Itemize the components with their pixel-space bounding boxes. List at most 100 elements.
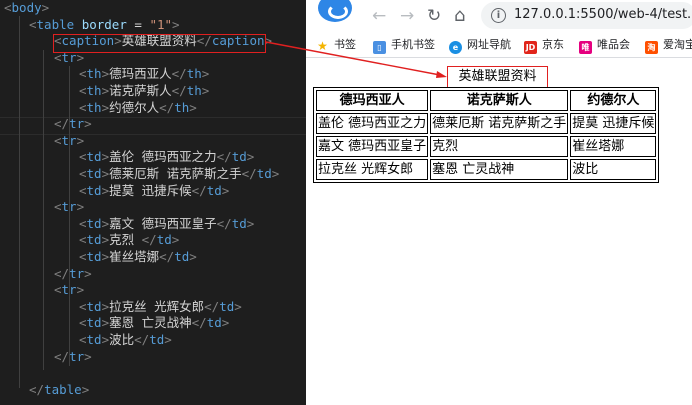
code-token: body [11, 0, 42, 15]
code-editor[interactable]: <body> <table border = "1"> <caption>英雄联盟资… [0, 0, 306, 405]
code-token: td [156, 232, 172, 248]
code-line[interactable]: <th>德玛西亚人</th> [0, 66, 209, 83]
code-token: td [86, 215, 102, 231]
table-caption: 英雄联盟资料 [447, 66, 548, 88]
table-cell: 塞恩 亡灵战神 [430, 159, 569, 180]
code-line[interactable]: </tr> [0, 349, 92, 366]
bookmark-item[interactable]: 唯唯品会 [579, 37, 630, 54]
code-token: > [221, 315, 230, 331]
code-token: 波比 [109, 332, 135, 347]
code-token: 崔丝塔娜 [109, 249, 160, 264]
code-token: td [86, 149, 102, 165]
bookmark-label: 书签 [334, 38, 356, 51]
bookmark-label: 京东 [542, 38, 564, 51]
code-token: th [86, 99, 102, 115]
home-button[interactable]: ⌂ [454, 6, 465, 26]
code-token: > [101, 166, 110, 181]
code-token: > [76, 282, 85, 298]
code-token: </ [29, 381, 45, 397]
code-token: td [174, 249, 190, 264]
code-token: </ [54, 265, 70, 281]
code-token: td [86, 332, 102, 347]
url-text[interactable]: 127.0.0.1:5500/web-4/test... [514, 7, 692, 22]
code-token: < [29, 16, 37, 32]
code-line[interactable]: <td>克烈 </td> [0, 232, 179, 249]
code-token: tr [61, 132, 77, 148]
code-token: > [101, 298, 110, 314]
bookmark-label: 手机书签 [391, 38, 435, 51]
code-line[interactable]: <tr> [0, 133, 84, 150]
bookmark-item[interactable]: JD 京东 [524, 37, 564, 54]
code-token: < [79, 182, 87, 198]
table-cell: 波比 [570, 159, 657, 180]
bookmark-item[interactable]: ▯ 手机书签 [373, 37, 435, 54]
code-token: < [79, 298, 87, 314]
code-token: td [256, 166, 272, 181]
code-token: 诺克萨斯人 [109, 83, 172, 98]
code-token: > [234, 298, 242, 314]
code-token: td [219, 298, 235, 314]
code-line[interactable]: </table> [0, 382, 89, 399]
code-token: > [101, 215, 110, 231]
code-token: < [79, 83, 87, 98]
code-token: < [79, 332, 87, 347]
code-token: 拉克丝 光辉女郎 [109, 298, 205, 314]
code-line[interactable]: <th>诺克萨斯人</th> [0, 83, 209, 100]
bookmark-label: 网址导航 [467, 38, 511, 51]
code-line[interactable]: <td>德莱厄斯 诺克萨斯之手</td> [0, 166, 279, 183]
code-line[interactable]: <td>盖伦 德玛西亚之力</td> [0, 149, 254, 166]
code-line[interactable]: <td>提莫 迅捷斥候</td> [0, 183, 229, 200]
phone-bookmark-icon: ▯ [373, 41, 386, 54]
code-line[interactable]: </tr> [0, 116, 92, 133]
code-token: 提莫 迅捷斥候 [109, 182, 192, 198]
back-button[interactable]: ← [372, 6, 386, 26]
code-token: tr [61, 199, 77, 215]
code-line[interactable]: <table border = "1"> [0, 17, 180, 34]
code-token: > [101, 232, 110, 248]
code-token: > [76, 132, 85, 148]
code-line[interactable]: <tr> [0, 282, 84, 299]
hero-table: 德玛西亚人 诺克萨斯人 约德尔人 盖伦 德玛西亚之力 德莱厄斯 诺克萨斯之手 提… [313, 87, 660, 183]
code-line[interactable] [0, 365, 4, 382]
code-line[interactable]: <td>塞恩 亡灵战神</td> [0, 315, 229, 332]
code-line[interactable]: <td>拉克丝 光辉女郎</td> [0, 299, 242, 316]
code-token: td [86, 232, 102, 248]
code-token: tr [61, 282, 77, 298]
forward-button[interactable]: → [400, 6, 414, 26]
code-token: </ [216, 149, 232, 165]
code-token: > [246, 149, 255, 165]
bookmark-label: 爱淘宝 [663, 38, 692, 51]
bookmark-item[interactable]: 淘爱淘宝 [645, 37, 692, 54]
code-line[interactable]: <td>波比</td> [0, 332, 172, 349]
site-info-icon[interactable]: i [491, 8, 506, 23]
code-token: td [231, 215, 247, 231]
code-token: td [231, 149, 247, 165]
bookmark-item[interactable]: e 网址导航 [449, 37, 511, 54]
table-cell: 克烈 [430, 136, 569, 157]
code-line[interactable]: <body> [0, 0, 49, 17]
code-token: "1" [149, 16, 173, 32]
code-token: > [201, 83, 210, 98]
code-line[interactable]: <td>嘉文 德玛西亚皇子</td> [0, 216, 254, 233]
code-token: </ [241, 166, 257, 181]
address-bar[interactable]: i 127.0.0.1:5500/web-4/test... [481, 2, 692, 29]
code-token: > [41, 0, 50, 15]
code-token: </ [54, 116, 70, 132]
code-token: > [189, 99, 197, 115]
code-token: tr [69, 265, 85, 281]
code-token: </ [159, 99, 175, 115]
code-token: > [164, 332, 172, 347]
code-token: 约德尔人 [109, 99, 160, 115]
code-token: > [201, 66, 210, 82]
code-token: < [79, 215, 87, 231]
code-token: > [76, 199, 85, 215]
code-token: th [86, 66, 102, 82]
code-line[interactable]: </tr> [0, 266, 92, 283]
code-line[interactable]: <td>崔丝塔娜</td> [0, 249, 197, 266]
code-line[interactable]: <th>约德尔人</th> [0, 100, 197, 117]
code-line[interactable]: <tr> [0, 199, 84, 216]
reload-button[interactable]: ↻ [427, 6, 441, 26]
code-token: > [271, 166, 280, 181]
bookmark-item[interactable]: ★ 书签 [316, 37, 356, 53]
